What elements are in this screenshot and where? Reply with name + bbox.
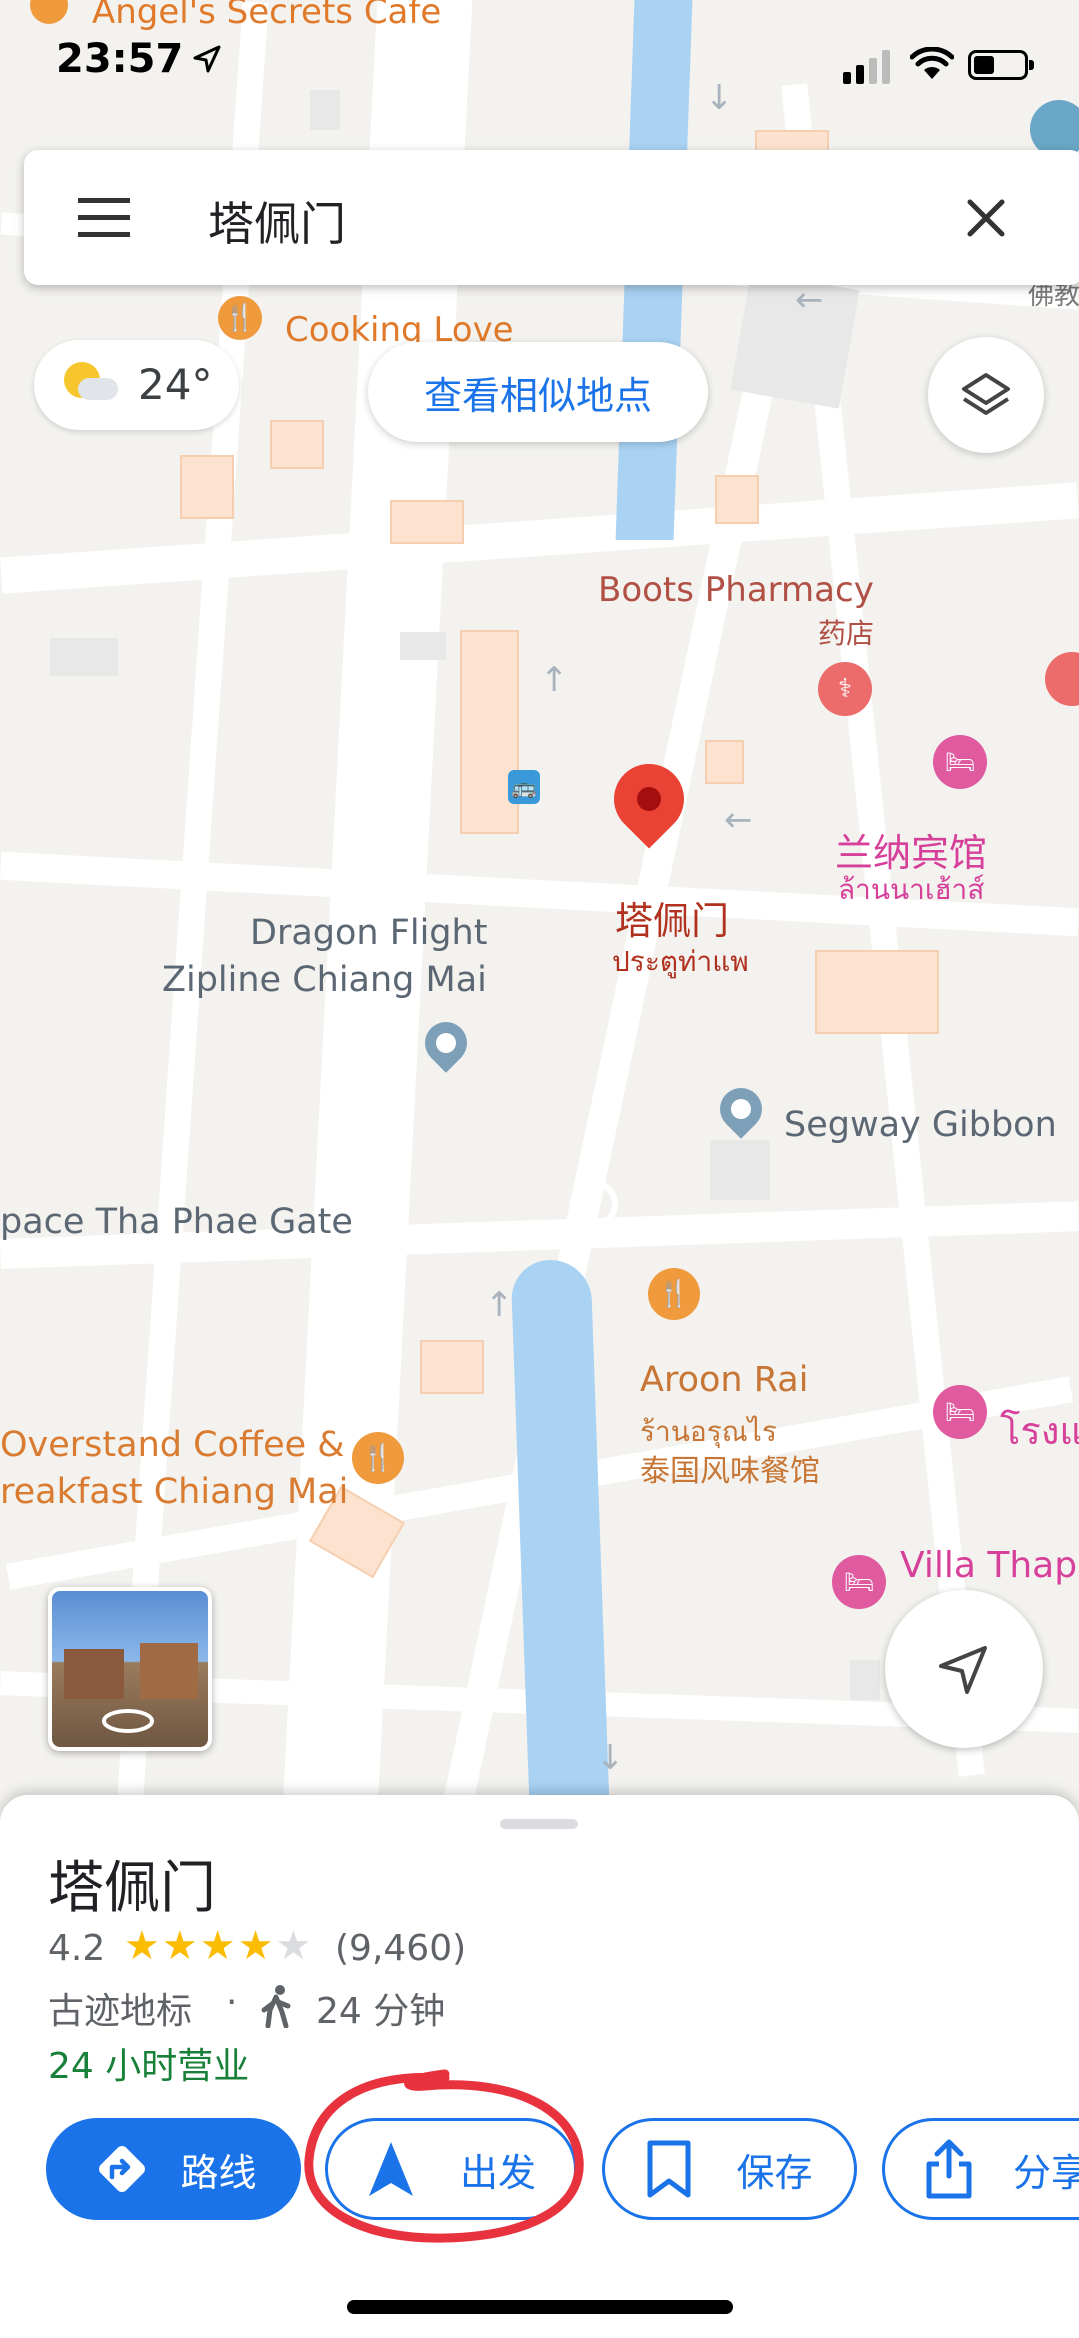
building — [705, 740, 744, 784]
building — [180, 455, 234, 519]
map-label-segway-gibbon[interactable]: Segway Gibbon — [784, 1105, 1057, 1145]
search-input[interactable]: 塔佩门 — [208, 188, 346, 254]
restaurant-icon[interactable]: 🍴 — [352, 1432, 404, 1484]
map-label-dragon-flight[interactable]: Dragon Flight — [250, 913, 487, 953]
similar-places-button[interactable]: 查看相似地点 — [368, 342, 708, 442]
status-time: 23:57 — [56, 36, 184, 82]
attraction-pin-icon[interactable] — [416, 1013, 476, 1073]
map-label-villa-thapa[interactable]: Villa Thapa — [900, 1545, 1079, 1586]
weather-temperature: 24° — [138, 360, 213, 409]
map-label-dragon-flight-2: Zipline Chiang Mai — [162, 960, 487, 1000]
walking-icon — [261, 1985, 291, 2028]
canal-south — [510, 1260, 610, 1810]
map-label-boots-sub: 药店 — [818, 617, 875, 650]
hospital-icon[interactable] — [1045, 652, 1079, 706]
annotation-circle — [304, 2069, 584, 2243]
map-label-tha-phae-thai: ประตูท่าแพ — [612, 945, 749, 978]
hotel-icon[interactable]: 🛏 — [933, 1385, 987, 1439]
star-icon: ★ — [124, 1923, 160, 1969]
cloud-shape — [78, 378, 118, 400]
walk-time: 24 分钟 — [316, 1991, 446, 2032]
building — [715, 475, 759, 524]
navigation-arrow-icon — [939, 1646, 987, 1694]
restaurant-icon[interactable]: 🍴 — [648, 1268, 700, 1320]
place-category: 古迹地标 — [48, 1991, 193, 2032]
bookmark-icon — [647, 2140, 691, 2198]
map-label-lanna-hotel-thai: ล้านนาเฮ้าส์ — [838, 873, 985, 906]
grey-block — [400, 632, 446, 660]
location-arrow-icon — [193, 45, 221, 73]
opening-hours: 24 小时营业 — [48, 2046, 250, 2087]
map-label-aroon-rai[interactable]: Aroon Rai — [640, 1360, 808, 1400]
bus-stop-icon[interactable]: 🚌 — [508, 770, 540, 804]
one-way-arrow-icon: ↓ — [596, 1738, 625, 1778]
home-indicator[interactable] — [347, 2300, 733, 2314]
map-label-space-tha-phae[interactable]: pace Tha Phae Gate — [0, 1202, 353, 1242]
directions-icon — [99, 2146, 146, 2192]
map-label-tha-phae[interactable]: 塔佩门 — [615, 890, 729, 945]
one-way-arrow-icon: ↑ — [540, 660, 569, 700]
map-label-boots-pharmacy[interactable]: Boots Pharmacy — [598, 570, 874, 610]
360-rotate-icon — [102, 1709, 154, 1733]
layers-icon — [962, 373, 1010, 415]
hotel-icon[interactable]: 🛏 — [832, 1555, 886, 1609]
map-label-overstand-1[interactable]: Overstand Coffee & — [0, 1425, 345, 1465]
attraction-pin-icon[interactable] — [711, 1079, 771, 1139]
star-rating: ★ ★ ★ ★ ★ — [124, 1922, 311, 1970]
star-icon: ★ — [275, 1923, 312, 1969]
share-label: 分享 — [1013, 2150, 1079, 2195]
review-count[interactable]: (9,460) — [335, 1928, 466, 1969]
separator-dot: · — [226, 1982, 238, 2023]
layers-button[interactable] — [928, 337, 1044, 453]
save-label: 保存 — [736, 2150, 813, 2195]
map-label-overstand-2: reakfast Chiang Mai — [0, 1472, 349, 1512]
star-icon: ★ — [161, 1923, 198, 1969]
close-icon[interactable] — [964, 196, 1008, 240]
roundabout — [570, 1180, 618, 1228]
place-rating: 4.2 — [48, 1928, 106, 1969]
building — [460, 630, 519, 834]
building — [815, 950, 939, 1034]
similar-places-label: 查看相似地点 — [423, 373, 652, 418]
grey-block — [850, 1660, 880, 1700]
directions-label: 路线 — [180, 2150, 257, 2195]
one-way-arrow-icon: ← — [724, 800, 753, 840]
grey-block — [710, 1140, 770, 1200]
restaurant-icon[interactable]: 🍴 — [218, 296, 262, 340]
pharmacy-icon[interactable]: ⚕ — [818, 662, 872, 716]
share-button[interactable]: 分享 — [882, 2118, 1079, 2220]
cellular-signal-icon — [843, 50, 890, 84]
building — [270, 420, 324, 469]
share-icon — [926, 2139, 972, 2199]
map-label-aroon-rai-sub: 泰国风味餐馆 — [640, 1454, 820, 1489]
menu-icon[interactable] — [78, 198, 130, 238]
hotel-icon[interactable]: 🛏 — [933, 735, 987, 789]
one-way-arrow-icon: ← — [795, 280, 824, 320]
grey-block — [50, 638, 118, 676]
status-bar: 23:57 — [0, 0, 1079, 130]
star-icon: ★ — [199, 1923, 236, 1969]
map-road — [0, 482, 1079, 594]
place-name: 塔佩门 — [48, 1856, 216, 1921]
building — [420, 1340, 484, 1394]
drag-handle[interactable] — [500, 1819, 578, 1829]
my-location-button[interactable] — [885, 1590, 1043, 1748]
one-way-arrow-icon: ↑ — [485, 1285, 514, 1325]
star-icon: ★ — [237, 1923, 274, 1969]
search-bar[interactable]: 塔佩门 — [24, 150, 1079, 285]
save-button[interactable]: 保存 — [602, 2118, 857, 2220]
weather-chip[interactable]: 24° — [34, 340, 239, 430]
map-label-rong-hotel[interactable]: โรงแ — [1000, 1400, 1079, 1461]
street-view-thumbnail[interactable] — [48, 1587, 212, 1751]
battery-icon — [968, 50, 1034, 80]
building — [390, 500, 464, 544]
wifi-icon — [910, 47, 954, 79]
directions-button[interactable]: 路线 — [46, 2118, 301, 2220]
